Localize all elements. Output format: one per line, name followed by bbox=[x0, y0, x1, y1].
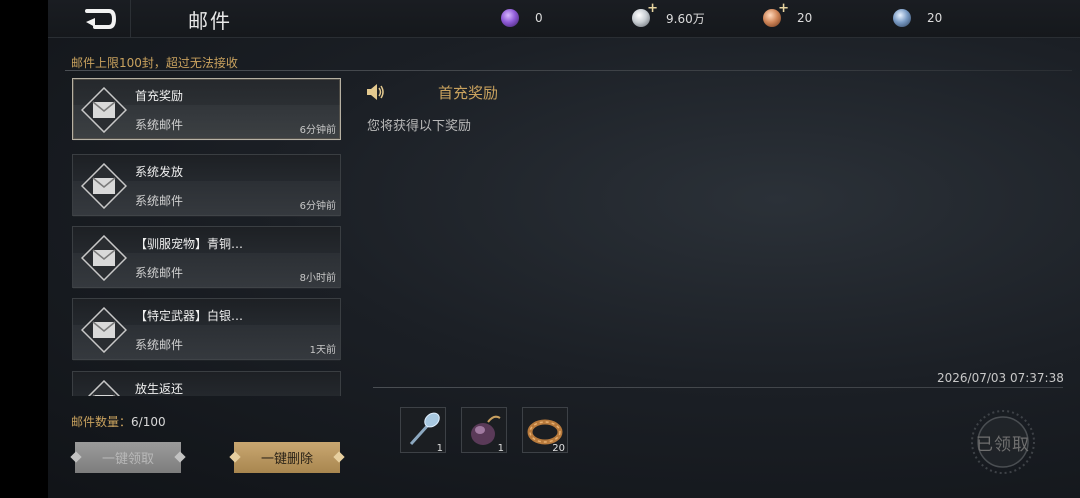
detail-title: 首充奖励 bbox=[438, 84, 499, 102]
silver-coin-icon: + bbox=[632, 2, 658, 27]
currency-purple-gem[interactable]: 0 bbox=[501, 9, 543, 27]
mail-screen: 邮件 0 + 9.60万 + 20 20 邮件上限100封，超过无法接收 首充奖… bbox=[0, 0, 1080, 498]
mail-subject: 【驯服宠物】青铜… bbox=[135, 237, 244, 251]
envelope-icon bbox=[81, 163, 127, 209]
currency-silver-coin[interactable]: + 9.60万 bbox=[632, 2, 705, 27]
mail-time: 6分钟前 bbox=[299, 125, 336, 136]
delete-all-button[interactable]: 一键删除 bbox=[229, 442, 345, 473]
back-button[interactable] bbox=[70, 4, 130, 34]
mail-item-release-refund[interactable]: 放生返还 bbox=[72, 371, 341, 396]
currency-blue-orb[interactable]: 20 bbox=[893, 9, 942, 27]
attachment-qty: 20 bbox=[552, 443, 565, 454]
mail-subject: 【特定武器】白银… bbox=[135, 309, 244, 323]
mail-sender: 系统邮件 bbox=[135, 194, 184, 208]
mail-count-value: 6/100 bbox=[131, 415, 166, 429]
mail-sender: 系统邮件 bbox=[135, 266, 184, 280]
top-divider bbox=[130, 0, 131, 38]
envelope-icon bbox=[87, 380, 121, 396]
currency-copper-coin[interactable]: + 20 bbox=[763, 2, 813, 27]
blue-orb-icon bbox=[893, 9, 911, 27]
envelope-icon bbox=[81, 235, 127, 281]
detail-divider bbox=[373, 387, 1063, 388]
plus-icon[interactable]: + bbox=[647, 2, 658, 15]
mail-subject: 系统发放 bbox=[135, 165, 184, 179]
currency-value: 20 bbox=[927, 11, 943, 25]
diamond-ornament-icon bbox=[229, 451, 241, 463]
currency-value: 0 bbox=[535, 11, 543, 25]
envelope-icon bbox=[81, 307, 127, 353]
copper-coin-icon: + bbox=[763, 2, 789, 27]
attachment-item[interactable]: 1 bbox=[461, 407, 507, 454]
header-divider bbox=[65, 70, 1072, 71]
delete-all-label: 一键删除 bbox=[260, 452, 313, 467]
diamond-ornament-icon bbox=[333, 451, 345, 463]
claimed-label: 已领取 bbox=[976, 434, 1030, 455]
mail-sender: 系统邮件 bbox=[135, 338, 184, 352]
diamond-ornament-icon bbox=[70, 451, 82, 463]
claim-all-button[interactable]: 一键领取 bbox=[70, 442, 186, 473]
claim-all-label: 一键领取 bbox=[101, 452, 154, 467]
mail-item-first-recharge[interactable]: 首充奖励 系统邮件 6分钟前 bbox=[72, 78, 341, 140]
mail-subject: 放生返还 bbox=[135, 382, 184, 396]
diamond-ornament-icon bbox=[174, 451, 186, 463]
attachment-item[interactable]: 1 bbox=[400, 407, 446, 454]
mail-sender: 系统邮件 bbox=[135, 118, 184, 132]
claimed-button[interactable]: 已领取 bbox=[970, 409, 1036, 475]
attachment-item[interactable]: 20 bbox=[522, 407, 568, 454]
attachment-qty: 1 bbox=[497, 443, 504, 454]
purple-gem-icon bbox=[501, 9, 519, 27]
currency-value: 9.60万 bbox=[666, 11, 705, 26]
mail-time: 8小时前 bbox=[299, 273, 336, 284]
left-black-bar bbox=[0, 0, 48, 498]
mail-date: 2026/07/03 07:37:38 bbox=[937, 371, 1064, 385]
mail-count: 邮件数量：6/100 bbox=[71, 413, 166, 430]
detail-body: 您将获得以下奖励 bbox=[367, 119, 472, 134]
mail-limit-note: 邮件上限100封，超过无法接收 bbox=[71, 56, 238, 70]
plus-icon[interactable]: + bbox=[778, 2, 789, 15]
mail-count-label: 邮件数量： bbox=[71, 415, 132, 429]
mail-item-tamed-pet[interactable]: 【驯服宠物】青铜… 系统邮件 8小时前 bbox=[72, 226, 341, 288]
mail-item-system-grant[interactable]: 系统发放 系统邮件 6分钟前 bbox=[72, 154, 341, 216]
mail-list[interactable]: 首充奖励 系统邮件 6分钟前 系统发放 系统邮件 6分钟前 【驯服宠物】青铜… … bbox=[72, 78, 342, 396]
speaker-icon bbox=[367, 84, 384, 100]
envelope-icon bbox=[81, 87, 127, 133]
mail-time: 6分钟前 bbox=[299, 201, 336, 212]
back-arrow-icon bbox=[85, 9, 117, 29]
mail-subject: 首充奖励 bbox=[135, 89, 184, 103]
mail-time: 1天前 bbox=[309, 345, 336, 356]
mail-item-special-weapon[interactable]: 【特定武器】白银… 系统邮件 1天前 bbox=[72, 298, 341, 360]
attachment-qty: 1 bbox=[436, 443, 443, 454]
currency-value: 20 bbox=[797, 11, 813, 25]
page-title: 邮件 bbox=[188, 9, 232, 33]
